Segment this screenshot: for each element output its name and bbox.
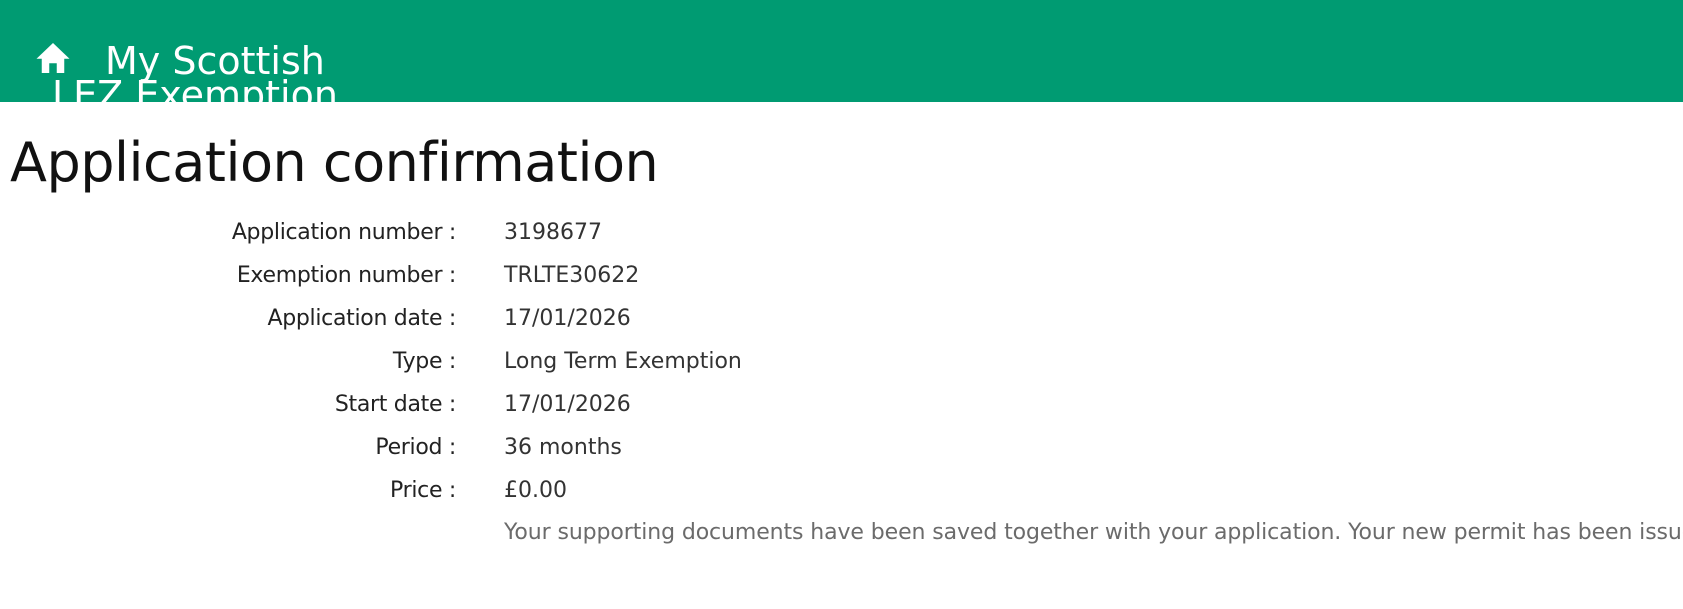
detail-label: Period :	[375, 435, 456, 460]
detail-row-start-date: Start date : 17/01/2026	[0, 387, 1683, 430]
detail-value: TRLTE30622	[504, 263, 640, 288]
detail-value: £0.00	[504, 478, 567, 503]
detail-value: 17/01/2026	[504, 306, 631, 331]
page-title: Application confirmation	[10, 131, 659, 194]
confirmation-details: Application number : 3198677 Exemption n…	[0, 215, 1683, 516]
detail-row-period: Period : 36 months	[0, 430, 1683, 473]
detail-label: Exemption number :	[236, 263, 456, 288]
detail-row-price: Price : £0.00	[0, 473, 1683, 516]
detail-value: 36 months	[504, 435, 622, 460]
detail-row-application-date: Application date : 17/01/2026	[0, 301, 1683, 344]
detail-label: Price :	[390, 478, 456, 503]
detail-label: Application number :	[231, 220, 456, 245]
detail-label: Type :	[392, 349, 456, 374]
detail-row-type: Type : Long Term Exemption	[0, 344, 1683, 387]
detail-label: Start date :	[334, 392, 456, 417]
detail-row-application-number: Application number : 3198677	[0, 215, 1683, 258]
detail-label: Application date :	[267, 306, 456, 331]
detail-value: 3198677	[504, 220, 602, 245]
brand-title-line2[interactable]: LEZ Exemption	[52, 70, 338, 102]
detail-row-exemption-number: Exemption number : TRLTE30622	[0, 258, 1683, 301]
site-header: My Scottish LEZ Exemption	[0, 0, 1683, 102]
detail-value: 17/01/2026	[504, 392, 631, 417]
detail-value: Long Term Exemption	[504, 349, 742, 374]
confirmation-note: Your supporting documents have been save…	[504, 520, 1683, 545]
